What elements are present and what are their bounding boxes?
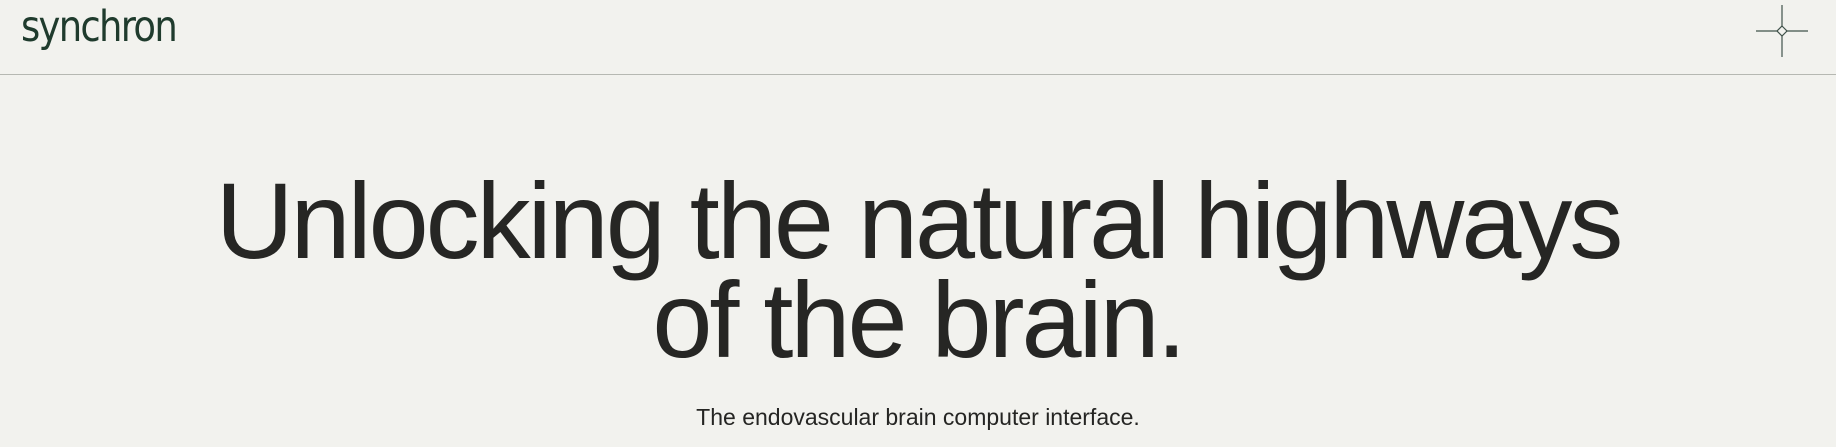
site-header: synchron bbox=[0, 0, 1836, 75]
hero-headline: Unlocking the natural highways of the br… bbox=[0, 160, 1836, 380]
menu-button[interactable] bbox=[1756, 5, 1808, 57]
hero-headline-line-1: Unlocking the natural highways bbox=[215, 160, 1624, 281]
hero-headline-line-2: of the brain. bbox=[652, 259, 1186, 380]
hero-subtitle: The endovascular brain computer interfac… bbox=[696, 404, 1140, 430]
synchron-logo[interactable]: synchron bbox=[21, 1, 178, 53]
hero-section: Unlocking the natural highways of the br… bbox=[0, 75, 1836, 447]
crosshair-menu-icon bbox=[1756, 5, 1808, 57]
